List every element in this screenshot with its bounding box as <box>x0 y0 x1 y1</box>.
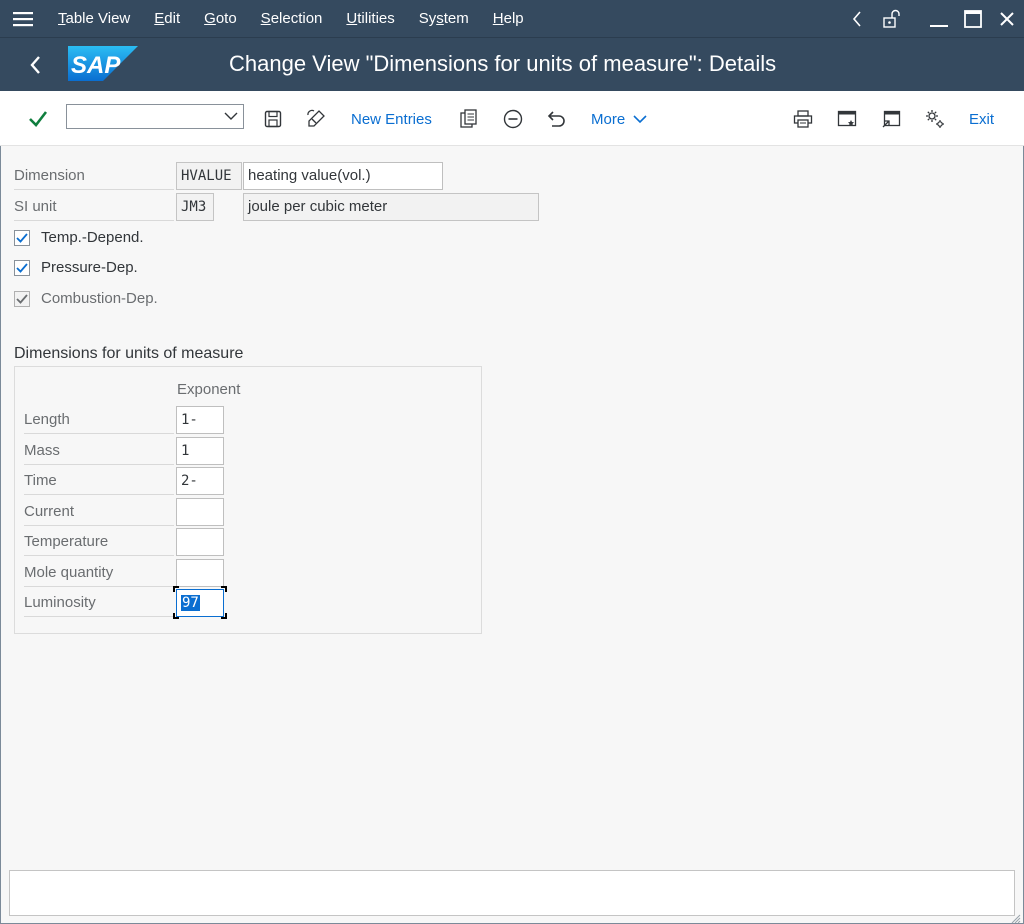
back-arrow-icon[interactable] <box>20 52 50 78</box>
time-exponent-field[interactable]: 2- <box>176 467 224 495</box>
luminosity-exponent-value: 97 <box>181 595 200 611</box>
pressure-dep-label: Pressure-Dep. <box>41 259 138 276</box>
current-exponent-field[interactable] <box>176 498 224 526</box>
new-window-icon[interactable] <box>836 105 858 133</box>
menu-edit[interactable]: Edit <box>142 0 192 37</box>
dimension-label-row: Dimension <box>14 162 174 190</box>
minimize-icon[interactable] <box>922 0 956 37</box>
more-button[interactable]: More <box>591 105 647 133</box>
page-title: Change View "Dimensions for units of mea… <box>229 51 777 76</box>
length-label: Length <box>24 406 174 434</box>
checkmark-icon <box>16 263 28 273</box>
command-field[interactable] <box>66 104 244 129</box>
checkmark-icon <box>16 294 28 304</box>
more-label: More <box>591 110 626 128</box>
combustion-dep-label: Combustion-Dep. <box>41 290 158 307</box>
temp-depend-checkbox[interactable] <box>14 230 30 246</box>
hamburger-menu-icon[interactable] <box>0 0 46 37</box>
maximize-icon[interactable] <box>956 0 990 37</box>
temperature-label: Temperature <box>24 528 174 556</box>
save-icon[interactable] <box>262 105 284 133</box>
new-entries-button[interactable]: New Entries <box>351 105 432 133</box>
dimensions-section-title: Dimensions for units of measure <box>14 345 244 362</box>
dimension-text-field[interactable]: heating value(vol.) <box>243 162 443 190</box>
generate-shortcut-icon[interactable] <box>880 105 902 133</box>
mole-quantity-label: Mole quantity <box>24 559 174 587</box>
focus-corner <box>221 586 227 592</box>
mass-label: Mass <box>24 437 174 465</box>
mole-quantity-exponent-field[interactable] <box>176 559 224 587</box>
display-change-icon[interactable] <box>305 105 327 133</box>
si-unit-label-row: SI unit <box>14 193 174 221</box>
luminosity-label: Luminosity <box>24 589 174 617</box>
mass-exponent-field[interactable]: 1 <box>176 437 224 465</box>
title-bar: SAP Change View "Dimensions for units of… <box>0 37 1024 91</box>
menu-table-view[interactable]: Table View <box>46 0 142 37</box>
close-icon[interactable] <box>990 0 1024 37</box>
pressure-dep-checkbox[interactable] <box>14 260 30 276</box>
unlock-icon[interactable] <box>874 0 908 37</box>
temperature-exponent-field[interactable] <box>176 528 224 556</box>
sap-logo-text: SAP <box>71 52 121 79</box>
menu-bar: Table View Edit Goto Selection Utilities… <box>0 0 1024 37</box>
copy-icon[interactable] <box>458 105 480 133</box>
command-input[interactable] <box>67 105 217 128</box>
enter-checkmark-icon[interactable] <box>26 105 50 133</box>
status-bar[interactable] <box>9 870 1015 916</box>
luminosity-exponent-field[interactable]: 97 <box>176 589 224 617</box>
chevron-down-icon <box>633 114 647 123</box>
combustion-dep-checkbox <box>14 291 30 307</box>
menu-selection[interactable]: Selection <box>249 0 335 37</box>
checkmark-icon <box>16 233 28 243</box>
temp-depend-label: Temp.-Depend. <box>41 229 144 246</box>
si-unit-code-field: JM3 <box>176 193 214 221</box>
delete-icon[interactable] <box>502 105 524 133</box>
focus-corner <box>221 613 227 619</box>
si-unit-text-field: joule per cubic meter <box>243 193 539 221</box>
time-label: Time <box>24 467 174 495</box>
menu-help[interactable]: Help <box>481 0 536 37</box>
undo-icon[interactable] <box>546 105 568 133</box>
exit-button[interactable]: Exit <box>969 105 994 133</box>
dimension-code-field: HVALUE <box>176 162 242 190</box>
menu-system[interactable]: System <box>407 0 481 37</box>
separator <box>908 0 922 37</box>
chevron-down-icon[interactable] <box>223 108 239 124</box>
settings-gear-icon[interactable] <box>924 105 946 133</box>
print-icon[interactable] <box>792 105 814 133</box>
resize-grip-icon[interactable] <box>1011 911 1021 924</box>
menu-utilities[interactable]: Utilities <box>334 0 406 37</box>
focus-corner <box>173 613 179 619</box>
chevron-left-icon[interactable] <box>840 0 874 37</box>
exponent-column-header: Exponent <box>177 381 241 398</box>
sap-logo: SAP <box>68 46 138 81</box>
dimension-label: Dimension <box>14 167 85 184</box>
current-label: Current <box>24 498 174 526</box>
window-controls <box>840 0 1024 37</box>
menu-goto[interactable]: Goto <box>192 0 249 37</box>
focus-corner <box>173 586 179 592</box>
length-exponent-field[interactable]: 1- <box>176 406 224 434</box>
si-unit-label: SI unit <box>14 198 57 215</box>
